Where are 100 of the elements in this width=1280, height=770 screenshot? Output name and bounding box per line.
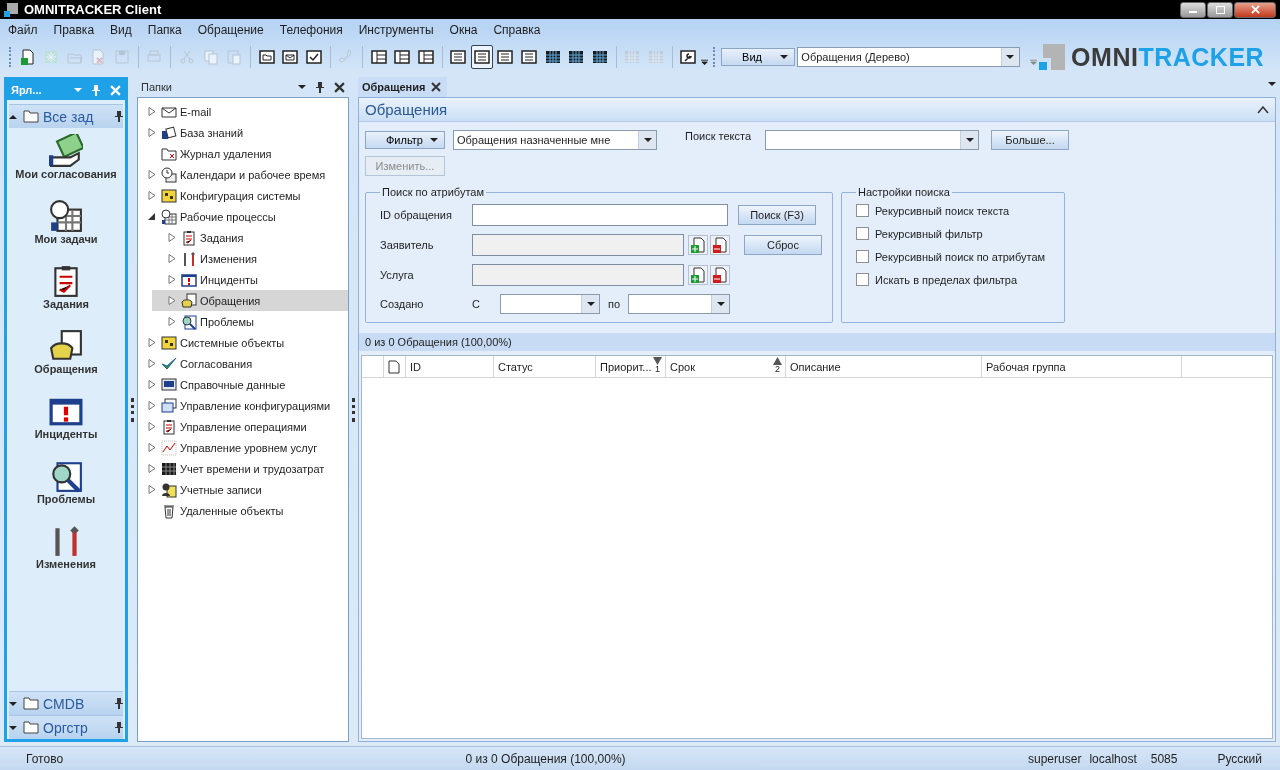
shortcut-item[interactable]: Изменения: [11, 524, 121, 587]
expand-icon[interactable]: [168, 254, 176, 263]
expand-icon[interactable]: [148, 443, 156, 452]
expand-icon[interactable]: [168, 317, 176, 326]
shortcut-item[interactable]: Проблемы: [11, 459, 121, 522]
tree-item[interactable]: Удаленные объекты: [138, 500, 348, 521]
expand-icon[interactable]: [148, 359, 156, 368]
text-search-field[interactable]: [765, 130, 980, 150]
pin-icon[interactable]: [115, 698, 123, 709]
tree-item[interactable]: Обращения: [152, 290, 348, 311]
tree-item[interactable]: Учетные записи: [138, 479, 348, 500]
menu-item[interactable]: Правка: [53, 23, 95, 37]
checkbox[interactable]: [856, 227, 869, 240]
service-field[interactable]: [472, 264, 684, 286]
close-icon[interactable]: [431, 82, 442, 92]
tree-item[interactable]: Задания: [152, 227, 348, 248]
search-option[interactable]: Рекурсивный фильтр: [856, 227, 1054, 240]
column-header[interactable]: Описание: [786, 356, 982, 377]
shortcut-group[interactable]: Оргстр: [9, 715, 123, 739]
column-header[interactable]: Статус: [494, 356, 596, 377]
shortcut-item[interactable]: Обращения: [11, 329, 121, 392]
pin-icon[interactable]: [115, 111, 123, 122]
shortcut-item[interactable]: Инциденты: [11, 394, 121, 457]
menu-item[interactable]: Вид: [110, 23, 132, 37]
expand-icon[interactable]: [148, 464, 156, 473]
add-button[interactable]: [688, 265, 708, 285]
tree-item[interactable]: Учет времени и трудозатрат: [138, 458, 348, 479]
checkbox[interactable]: [856, 273, 869, 286]
shortcut-item[interactable]: Задания: [11, 264, 121, 327]
shortcut-group[interactable]: Все зад: [9, 104, 123, 128]
expand-icon[interactable]: [148, 170, 156, 179]
expand-icon[interactable]: [148, 422, 156, 431]
view-combo[interactable]: Обращения (Дерево): [797, 47, 1020, 67]
expand-icon[interactable]: [148, 401, 156, 410]
filter-dropdown[interactable]: Фильтр: [365, 131, 445, 149]
column-header[interactable]: Рабочая группа: [982, 356, 1182, 377]
checkbox[interactable]: [856, 250, 869, 263]
expand-icon[interactable]: [148, 380, 156, 389]
collapse-icon[interactable]: [148, 212, 156, 221]
expand-icon[interactable]: [168, 233, 176, 242]
column-header[interactable]: Срок 2: [666, 356, 786, 377]
remove-button[interactable]: [710, 235, 730, 255]
column-header[interactable]: Приорит... 1: [596, 356, 666, 377]
view-dropdown[interactable]: Вид: [721, 48, 796, 66]
pin-icon[interactable]: [115, 722, 123, 733]
search-button[interactable]: Поиск (F3): [738, 205, 816, 225]
search-option[interactable]: Рекурсивный поиск текста: [856, 204, 1054, 217]
more-button[interactable]: Больше...: [991, 130, 1070, 150]
shortcut-item[interactable]: Мои согласования: [11, 134, 121, 197]
tab[interactable]: Обращения: [358, 77, 448, 97]
remove-button[interactable]: [710, 265, 730, 285]
menu-item[interactable]: Папка: [147, 23, 182, 37]
shortcut-group[interactable]: CMDB: [9, 691, 123, 715]
close-icon[interactable]: [334, 81, 345, 93]
tree-item[interactable]: Журнал удаления: [138, 143, 348, 164]
tree-item[interactable]: Календари и рабочее время: [138, 164, 348, 185]
tree-item[interactable]: Управление уровнем услуг: [138, 437, 348, 458]
reset-button[interactable]: Сброс: [744, 235, 822, 255]
menu-item[interactable]: Инструменты: [358, 23, 434, 37]
collapse-icon[interactable]: [1257, 105, 1269, 114]
expand-icon[interactable]: [148, 107, 156, 116]
tree-item[interactable]: E-mail: [138, 101, 348, 122]
pin-icon[interactable]: [316, 81, 324, 93]
date-from-field[interactable]: [500, 294, 600, 314]
search-option[interactable]: Рекурсивный поиск по атрибутам: [856, 250, 1054, 263]
tree-item[interactable]: База знаний: [138, 122, 348, 143]
tree-item[interactable]: Изменения: [152, 248, 348, 269]
tree-item[interactable]: Согласования: [138, 353, 348, 374]
expand-icon[interactable]: [148, 338, 156, 347]
shortcut-item[interactable]: Мои задачи: [11, 199, 121, 262]
expand-icon[interactable]: [168, 296, 176, 305]
tree-item[interactable]: Управление конфигурациями: [138, 395, 348, 416]
expand-icon[interactable]: [148, 485, 156, 494]
search-option[interactable]: Искать в пределах фильтра: [856, 273, 1054, 286]
minimize-button[interactable]: [1180, 1, 1206, 18]
tree-item[interactable]: Конфигурация системы: [138, 185, 348, 206]
expand-icon[interactable]: [148, 128, 156, 137]
add-button[interactable]: [688, 235, 708, 255]
checkbox[interactable]: [856, 204, 869, 217]
expand-icon[interactable]: [148, 191, 156, 200]
maximize-button[interactable]: [1207, 1, 1233, 18]
menu-item[interactable]: Справка: [493, 23, 541, 37]
tree-item[interactable]: Проблемы: [152, 311, 348, 332]
column-header[interactable]: ID: [406, 356, 494, 377]
menu-item[interactable]: Обращение: [197, 23, 264, 37]
menu-item[interactable]: Телефония: [279, 23, 343, 37]
tree-item[interactable]: Системные объекты: [138, 332, 348, 353]
menu-item[interactable]: Файл: [8, 23, 38, 37]
toolbar-button[interactable]: [471, 45, 493, 69]
tree-item[interactable]: Инциденты: [152, 269, 348, 290]
id-field[interactable]: [472, 204, 728, 226]
tree-item[interactable]: Справочные данные: [138, 374, 348, 395]
expand-icon[interactable]: [168, 275, 176, 284]
requester-field[interactable]: [472, 234, 684, 256]
tree-item[interactable]: Управление операциями: [138, 416, 348, 437]
date-to-field[interactable]: [628, 294, 731, 314]
filter-combo[interactable]: Обращения назначенные мне: [453, 130, 657, 150]
close-button[interactable]: [1234, 1, 1276, 18]
tree-item[interactable]: Рабочие процессы: [138, 206, 348, 227]
menu-item[interactable]: Окна: [449, 23, 478, 37]
